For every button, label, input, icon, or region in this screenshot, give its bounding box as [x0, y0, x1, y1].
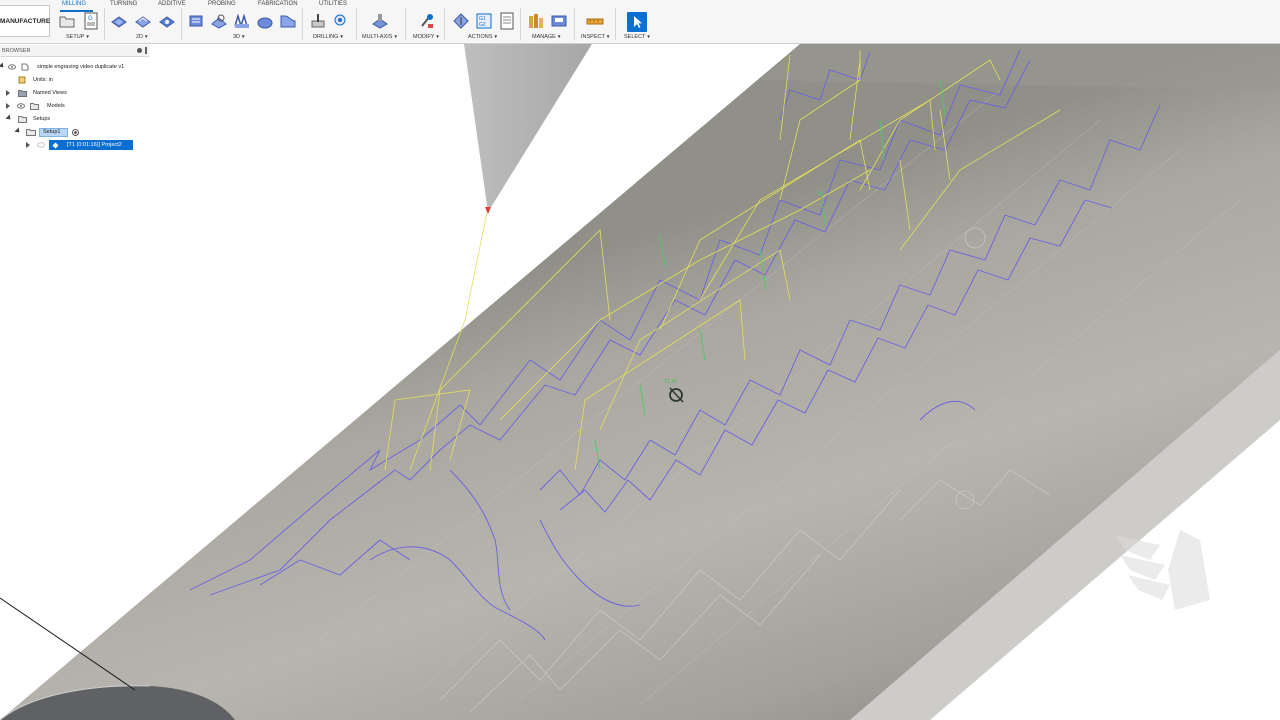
- tab-milling[interactable]: MILLING: [62, 1, 86, 7]
- units-icon: [18, 76, 26, 84]
- folder-icon: [30, 103, 39, 110]
- browser-title: BROWSER: [2, 48, 31, 54]
- group-drilling[interactable]: DRILLING▼: [313, 34, 344, 40]
- tab-utilities[interactable]: UTILITIES: [319, 1, 347, 7]
- tree-item-models[interactable]: Models: [0, 101, 150, 111]
- 3d-viewport[interactable]: T1 #1: [0, 0, 1280, 720]
- document-icon: [21, 63, 29, 71]
- pocket-3d-icon[interactable]: [210, 12, 228, 30]
- drill-icon[interactable]: [309, 12, 327, 30]
- eye-icon[interactable]: [37, 142, 45, 148]
- group-2d[interactable]: 2D▼: [136, 34, 149, 40]
- expand-arrow-icon[interactable]: [6, 103, 10, 109]
- tab-turning[interactable]: TURNING: [110, 1, 137, 7]
- tree-item-setups[interactable]: Setups: [0, 114, 150, 124]
- tree-item-label: Setups: [33, 116, 51, 122]
- tab-probing[interactable]: PROBING: [208, 1, 236, 7]
- eye-icon[interactable]: [8, 64, 16, 70]
- pencil-3d-icon[interactable]: [279, 12, 297, 30]
- tool-library-icon[interactable]: [527, 12, 545, 30]
- post-library-icon[interactable]: [550, 12, 568, 30]
- adaptive-2d-icon[interactable]: [158, 12, 176, 30]
- tool-tag-label: T1 #1: [664, 379, 677, 385]
- tree-item-named-views[interactable]: Named Views: [0, 88, 150, 98]
- folder-icon: [18, 90, 27, 97]
- browser-tree: simple engraving video duplicate v1 Unit…: [0, 58, 150, 158]
- tree-item-label: Named Views: [33, 90, 67, 96]
- parallel-3d-icon[interactable]: [233, 12, 251, 30]
- group-modify[interactable]: MODIFY▼: [413, 34, 440, 40]
- tree-item-label: Units: in: [33, 77, 53, 83]
- group-actions[interactable]: ACTIONS▼: [468, 34, 498, 40]
- svg-text:G2: G2: [479, 22, 486, 28]
- group-3d[interactable]: 3D▼: [233, 34, 246, 40]
- group-multi-axis[interactable]: MULTI-AXIS▼: [362, 34, 398, 40]
- eye-icon[interactable]: [17, 103, 25, 109]
- group-manage[interactable]: MANAGE▼: [532, 34, 561, 40]
- group-select[interactable]: SELECT▼: [624, 34, 651, 40]
- group-inspect[interactable]: INSPECT▼: [581, 34, 610, 40]
- activate-radio-icon[interactable]: [72, 129, 79, 136]
- watermark-logo: [1115, 530, 1210, 610]
- tab-additive[interactable]: ADDITIVE: [158, 1, 186, 7]
- select-button[interactable]: [627, 12, 647, 32]
- tree-item-label: Models: [47, 103, 65, 109]
- cylinder-stock: [0, 44, 1280, 720]
- tree-item-operation[interactable]: [T1 (0:01:16)] Project2: [0, 140, 150, 150]
- tree-item-units[interactable]: Units: in: [0, 75, 150, 85]
- tree-item-label: [T1 (0:01:16)] Project2: [67, 142, 122, 148]
- select-cursor-icon: [634, 16, 642, 28]
- tree-item-document[interactable]: simple engraving video duplicate v1: [0, 62, 150, 72]
- measure-icon[interactable]: [586, 12, 604, 30]
- expand-arrow-icon[interactable]: [14, 127, 22, 135]
- tool-cone: [464, 44, 592, 214]
- workspace-switcher[interactable]: MANUFACTURE ▾: [0, 5, 51, 57]
- svg-text:G: G: [88, 16, 93, 22]
- adaptive-3d-icon[interactable]: [187, 12, 205, 30]
- swarf-icon[interactable]: [371, 12, 389, 30]
- setup-folder-icon: [26, 129, 36, 136]
- pocket-2d-icon[interactable]: [110, 12, 128, 30]
- expand-arrow-icon[interactable]: [0, 62, 6, 70]
- expand-arrow-icon[interactable]: [6, 90, 10, 96]
- setup-sheet-icon[interactable]: [498, 12, 516, 30]
- tab-fabrication[interactable]: FABRICATION: [258, 1, 298, 7]
- browser-header: BROWSER: [0, 45, 149, 57]
- simulate-icon[interactable]: [452, 12, 470, 30]
- ribbon-toolbar: MANUFACTURE ▾ MILLING TURNING ADDITIVE P…: [0, 0, 1280, 57]
- group-setup[interactable]: SETUP▼: [66, 34, 90, 40]
- modify-icon[interactable]: [418, 12, 436, 30]
- tree-item-label: Setup1: [43, 129, 61, 135]
- nc-program-icon[interactable]: G: [82, 12, 100, 30]
- contour-2d-icon[interactable]: [134, 12, 152, 30]
- tree-item-label: simple engraving video duplicate v1: [37, 64, 125, 70]
- scallop-3d-icon[interactable]: [256, 12, 274, 30]
- tree-item-setup1[interactable]: Setup1: [0, 127, 150, 137]
- drill-hole-icon[interactable]: [331, 12, 349, 30]
- workspace-label: MANUFACTURE: [0, 18, 51, 25]
- expand-arrow-icon[interactable]: [26, 142, 30, 148]
- browser-options-icon[interactable]: [137, 48, 142, 53]
- browser-collapse-handle[interactable]: [145, 47, 147, 54]
- expand-arrow-icon[interactable]: [5, 114, 13, 122]
- toolpath-operation-icon: [52, 142, 59, 149]
- g1g2-post-icon[interactable]: G1G2: [475, 12, 493, 30]
- folder-icon: [18, 116, 27, 123]
- folder-setup-icon[interactable]: [58, 12, 76, 30]
